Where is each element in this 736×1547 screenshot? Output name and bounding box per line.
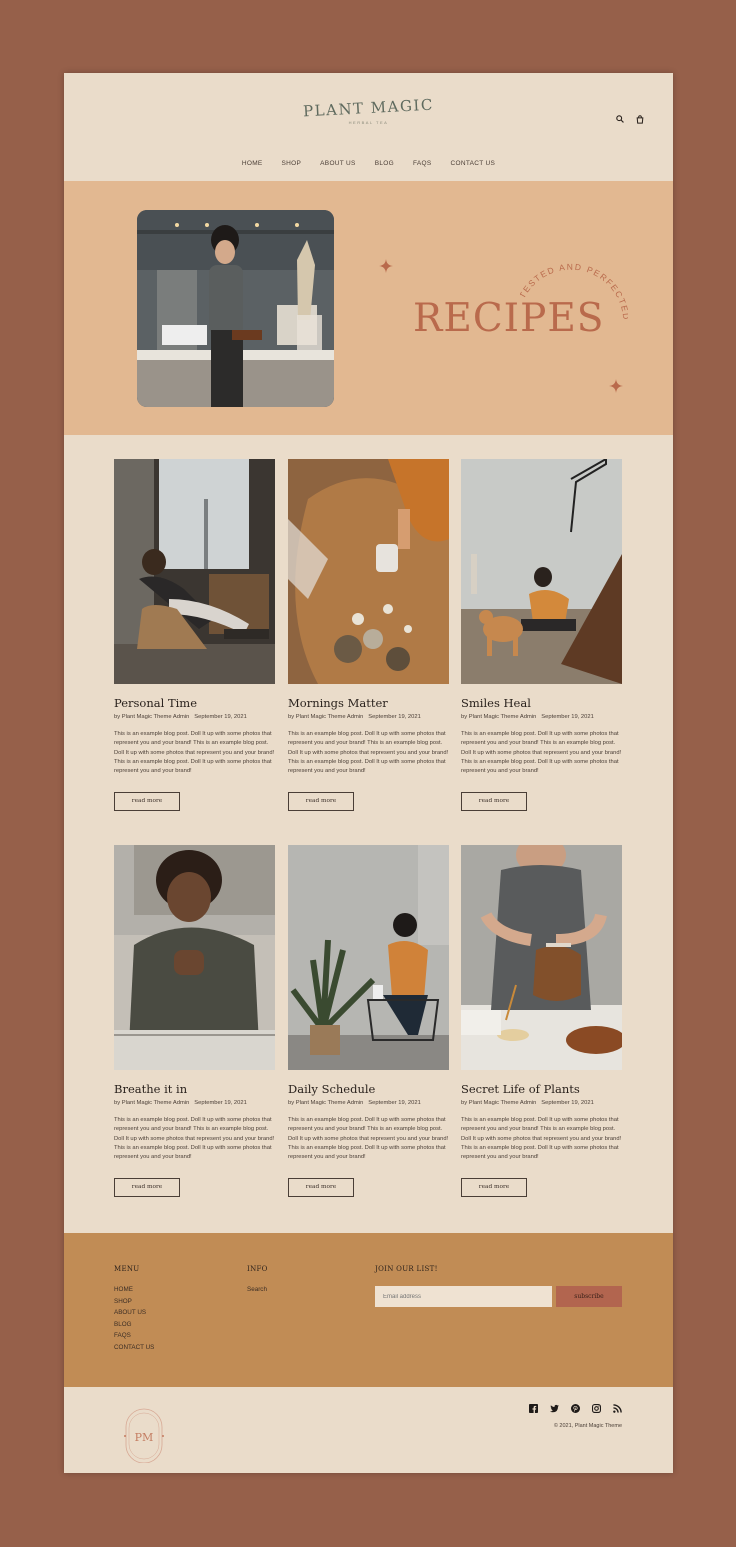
social-links xyxy=(529,1404,622,1413)
read-more-button[interactable]: read more xyxy=(114,1178,180,1197)
main-nav: HOME SHOP ABOUT US BLOG FAQS CONTACT US xyxy=(64,160,673,167)
read-more-button[interactable]: read more xyxy=(461,792,527,811)
post-title[interactable]: Personal Time xyxy=(114,696,275,710)
copyright: © 2021, Plant Magic Theme xyxy=(553,1423,622,1429)
post-date: September 19, 2021 xyxy=(541,714,594,720)
post-date: September 19, 2021 xyxy=(368,714,421,720)
post-author: by Plant Magic Theme Admin xyxy=(461,1100,537,1106)
page: PLANT MAGIC HERBAL TEA HOME SHOP ABOUT U… xyxy=(64,73,673,1473)
read-more-button[interactable]: read more xyxy=(461,1178,527,1197)
nav-faqs[interactable]: FAQS xyxy=(413,160,432,167)
post-image[interactable] xyxy=(288,459,449,684)
post-title[interactable]: Daily Schedule xyxy=(288,1082,449,1096)
post-author: by Plant Magic Theme Admin xyxy=(461,714,537,720)
nav-shop[interactable]: SHOP xyxy=(282,160,302,167)
footer-link-about-us[interactable]: ABOUT US xyxy=(114,1309,154,1316)
hero-banner: RECIPES TESTED AND PERFECTED xyxy=(64,181,673,435)
footer-menu: MENU HOME SHOP ABOUT US BLOG FAQS CONTAC… xyxy=(114,1265,154,1355)
svg-text:TESTED AND PERFECTED: TESTED AND PERFECTED xyxy=(520,262,628,322)
post-meta: by Plant Magic Theme Admin September 19,… xyxy=(288,714,449,720)
post-author: by Plant Magic Theme Admin xyxy=(114,1100,190,1106)
post-excerpt: This is an example blog post. Doll It up… xyxy=(288,1117,449,1161)
email-field[interactable] xyxy=(375,1286,552,1307)
post-author: by Plant Magic Theme Admin xyxy=(114,714,190,720)
post-excerpt: This is an example blog post. Doll It up… xyxy=(461,731,622,775)
read-more-button[interactable]: read more xyxy=(288,792,354,811)
post-card: Breathe it in by Plant Magic Theme Admin… xyxy=(114,845,275,1197)
search-icon[interactable] xyxy=(614,113,626,125)
post-image[interactable] xyxy=(288,845,449,1070)
post-excerpt: This is an example blog post. Doll It up… xyxy=(114,731,275,775)
monogram-text: PM xyxy=(135,1431,154,1444)
nav-contact-us[interactable]: CONTACT US xyxy=(451,160,496,167)
nav-about-us[interactable]: ABOUT US xyxy=(320,160,356,167)
footer-menu-heading: MENU xyxy=(114,1265,140,1273)
post-title[interactable]: Secret Life of Plants xyxy=(461,1082,622,1096)
instagram-icon[interactable] xyxy=(592,1404,601,1413)
post-image[interactable] xyxy=(461,845,622,1070)
site-logo[interactable]: PLANT MAGIC HERBAL TEA xyxy=(64,95,673,125)
hero-image xyxy=(137,210,334,407)
post-meta: by Plant Magic Theme Admin September 19,… xyxy=(461,1100,622,1106)
post-card: Daily Schedule by Plant Magic Theme Admi… xyxy=(288,845,449,1197)
read-more-button[interactable]: read more xyxy=(288,1178,354,1197)
post-meta: by Plant Magic Theme Admin September 19,… xyxy=(114,714,275,720)
post-author: by Plant Magic Theme Admin xyxy=(288,1100,364,1106)
post-date: September 19, 2021 xyxy=(368,1100,421,1106)
facebook-icon[interactable] xyxy=(529,1404,538,1413)
post-image[interactable] xyxy=(114,459,275,684)
logo-title: PLANT MAGIC xyxy=(302,95,435,121)
hero-arc-text: TESTED AND PERFECTED xyxy=(520,262,628,322)
cart-icon[interactable] xyxy=(634,113,646,125)
post-meta: by Plant Magic Theme Admin September 19,… xyxy=(288,1100,449,1106)
post-excerpt: This is an example blog post. Doll It up… xyxy=(114,1117,275,1161)
rss-icon[interactable] xyxy=(613,1404,622,1413)
post-image[interactable] xyxy=(114,845,275,1070)
sparkle-icon xyxy=(379,259,393,273)
twitter-icon[interactable] xyxy=(550,1404,559,1413)
footer-link-contact-us[interactable]: CONTACT US xyxy=(114,1344,154,1351)
footer-link-faqs[interactable]: FAQS xyxy=(114,1332,154,1339)
subscribe-button[interactable]: subscribe xyxy=(556,1286,622,1307)
post-title[interactable]: Mornings Matter xyxy=(288,696,449,710)
post-card: Secret Life of Plants by Plant Magic The… xyxy=(461,845,622,1197)
post-excerpt: This is an example blog post. Doll It up… xyxy=(461,1117,622,1161)
bottom-bar: PM © 2021, Plant Magic Theme xyxy=(64,1387,673,1473)
site-header: PLANT MAGIC HERBAL TEA HOME SHOP ABOUT U… xyxy=(64,73,673,181)
footer-newsletter: JOIN OUR LIST! xyxy=(375,1265,438,1286)
sparkle-icon xyxy=(609,379,623,393)
post-card: Personal Time by Plant Magic Theme Admin… xyxy=(114,459,275,811)
footer-link-blog[interactable]: BLOG xyxy=(114,1321,154,1328)
site-footer: MENU HOME SHOP ABOUT US BLOG FAQS CONTAC… xyxy=(64,1233,673,1387)
post-meta: by Plant Magic Theme Admin September 19,… xyxy=(461,714,622,720)
nav-home[interactable]: HOME xyxy=(242,160,263,167)
footer-link-shop[interactable]: SHOP xyxy=(114,1298,154,1305)
post-title[interactable]: Breathe it in xyxy=(114,1082,275,1096)
footer-info-heading: INFO xyxy=(247,1265,268,1273)
newsletter-heading: JOIN OUR LIST! xyxy=(375,1265,438,1273)
footer-link-search[interactable]: Search xyxy=(247,1286,268,1293)
footer-link-home[interactable]: HOME xyxy=(114,1286,154,1293)
post-author: by Plant Magic Theme Admin xyxy=(288,714,364,720)
monogram-logo: PM xyxy=(124,1408,164,1463)
post-date: September 19, 2021 xyxy=(194,714,247,720)
post-image[interactable] xyxy=(461,459,622,684)
post-date: September 19, 2021 xyxy=(194,1100,247,1106)
post-title[interactable]: Smiles Heal xyxy=(461,696,622,710)
post-date: September 19, 2021 xyxy=(541,1100,594,1106)
post-meta: by Plant Magic Theme Admin September 19,… xyxy=(114,1100,275,1106)
read-more-button[interactable]: read more xyxy=(114,792,180,811)
post-excerpt: This is an example blog post. Doll It up… xyxy=(288,731,449,775)
post-card: Mornings Matter by Plant Magic Theme Adm… xyxy=(288,459,449,811)
header-icons xyxy=(614,113,646,125)
post-card: Smiles Heal by Plant Magic Theme Admin S… xyxy=(461,459,622,811)
nav-blog[interactable]: BLOG xyxy=(375,160,394,167)
logo-tagline: HERBAL TEA xyxy=(348,120,389,125)
pinterest-icon[interactable] xyxy=(571,1404,580,1413)
footer-info: INFO Search xyxy=(247,1265,268,1298)
